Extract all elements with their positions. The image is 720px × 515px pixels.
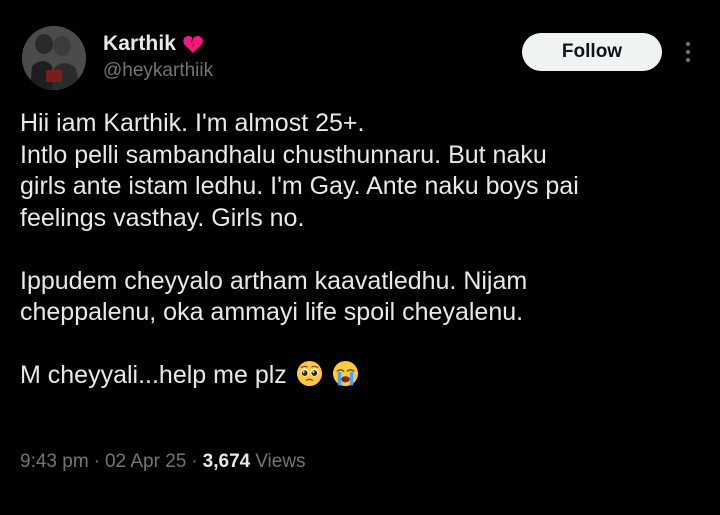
more-dot	[686, 58, 690, 62]
tweet-date[interactable]: 02 Apr 25	[105, 451, 186, 473]
crying-face-icon	[332, 360, 358, 387]
meta-separator: ·	[191, 451, 198, 472]
author-name-row[interactable]: Karthik	[103, 29, 204, 59]
avatar[interactable]	[22, 26, 86, 90]
more-dot	[686, 42, 690, 46]
tweet-line: Intlo pelli sambandhalu chusthunnaru. Bu…	[20, 140, 547, 169]
tweet-line: Hii iam Karthik. I'm almost 25+.	[20, 109, 365, 137]
tweet: Karthik @heykarthiik Follow Hii iam Kart…	[0, 0, 720, 515]
tweet-line: M cheyyali...help me plz	[20, 361, 287, 389]
tweet-time[interactable]: 9:43 pm	[20, 451, 89, 473]
broken-heart-icon	[183, 36, 203, 54]
more-vertical-icon[interactable]	[678, 38, 698, 66]
tweet-line: cheppalenu, oka ammayi life spoil cheyal…	[20, 298, 524, 326]
tweet-line: Ippudem cheyyalo artham kaavatledhu. Nij…	[20, 266, 528, 295]
tweet-last-line: M cheyyali...help me plz	[20, 360, 700, 392]
follow-button[interactable]: Follow	[522, 33, 662, 71]
more-dot	[686, 50, 690, 54]
pleading-face-icon	[296, 360, 322, 387]
views-label[interactable]: Views	[255, 451, 305, 473]
meta-separator: ·	[93, 451, 100, 472]
author-handle[interactable]: @heykarthiik	[103, 60, 213, 82]
avatar-image	[22, 26, 86, 90]
author-display-name[interactable]: Karthik	[103, 32, 176, 56]
tweet-body: Hii iam Karthik. I'm almost 25+. Intlo p…	[20, 108, 700, 392]
views-count[interactable]: 3,674	[203, 451, 251, 473]
tweet-meta: 9:43 pm · 02 Apr 25 · 3,674 Views	[20, 451, 306, 473]
tweet-line: feelings vasthay. Girls no.	[20, 203, 305, 232]
tweet-line: girls ante istam ledhu. I'm Gay. Ante na…	[20, 172, 579, 200]
